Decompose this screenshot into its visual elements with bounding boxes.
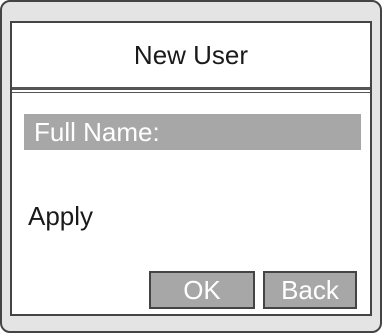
title-divider-thick bbox=[12, 87, 370, 90]
dialog-screen: New User Full Name: Apply OK Back bbox=[10, 21, 372, 316]
ok-button[interactable]: OK bbox=[149, 271, 255, 309]
dialog-title: New User bbox=[133, 39, 249, 70]
apply-menu-item[interactable]: Apply bbox=[28, 201, 93, 232]
title-divider-thin bbox=[12, 92, 370, 93]
back-button[interactable]: Back bbox=[263, 271, 357, 309]
full-name-field[interactable]: Full Name: bbox=[24, 114, 361, 150]
device-frame: New User Full Name: Apply OK Back bbox=[0, 0, 382, 333]
